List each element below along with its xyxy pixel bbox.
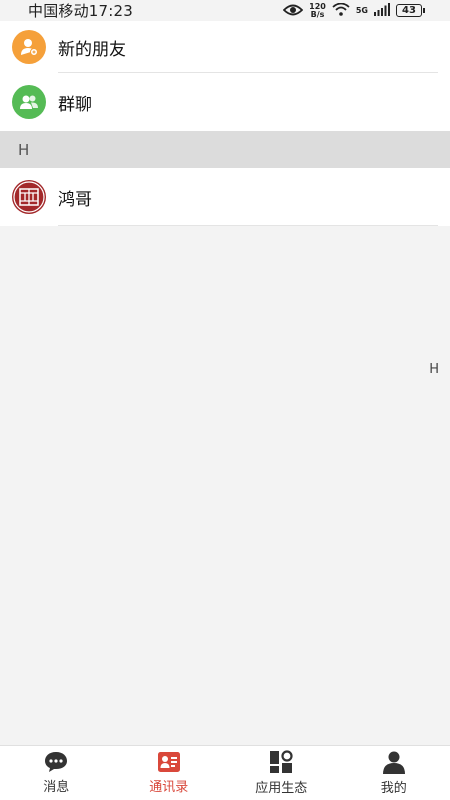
network-type: 5G (355, 6, 368, 15)
contact-avatar (12, 180, 46, 214)
person-icon (382, 750, 406, 774)
contact-name: 鸿哥 (58, 189, 92, 210)
contact-item[interactable]: 鸿哥 (0, 168, 450, 226)
new-friend-icon (12, 30, 46, 64)
contact-list: 新的朋友 群聊 H 鸿哥 (0, 21, 450, 226)
section-header-h: H (0, 131, 450, 168)
divider (58, 225, 438, 226)
bottom-tab-bar: 消息 通讯录 应用生态 我的 (0, 745, 450, 800)
status-bar: 中国移动17:23 120 B/s 5G 43 (0, 0, 450, 21)
tab-label: 消息 (43, 780, 70, 795)
group-chat-item[interactable]: 群聊 (0, 73, 450, 131)
wifi-icon (332, 1, 350, 20)
tab-label: 我的 (380, 781, 407, 796)
tab-contacts[interactable]: 通讯录 (113, 746, 226, 800)
app-grid-icon (269, 750, 293, 774)
tab-messages[interactable]: 消息 (0, 746, 113, 800)
group-chat-label: 群聊 (58, 94, 92, 115)
tab-mine[interactable]: 我的 (338, 746, 450, 800)
tab-label: 应用生态 (255, 781, 308, 796)
chat-bubble-icon (44, 751, 68, 773)
signal-icon (374, 1, 390, 20)
tab-label: 通讯录 (149, 780, 189, 795)
group-chat-icon (12, 85, 46, 119)
battery-icon: 43 (396, 4, 425, 17)
status-icons: 120 B/s 5G 43 (282, 1, 425, 20)
net-speed-unit: B/s (310, 9, 325, 19)
index-bar-letter-h[interactable]: H (429, 362, 439, 377)
carrier-time: 中国移动17:23 (28, 2, 134, 20)
eye-icon (282, 1, 304, 20)
contacts-card-icon (157, 751, 181, 773)
net-speed: 120 B/s (309, 2, 326, 19)
new-friends-item[interactable]: 新的朋友 (0, 21, 450, 73)
tab-app-ecosystem[interactable]: 应用生态 (225, 746, 338, 800)
new-friends-label: 新的朋友 (58, 39, 126, 60)
